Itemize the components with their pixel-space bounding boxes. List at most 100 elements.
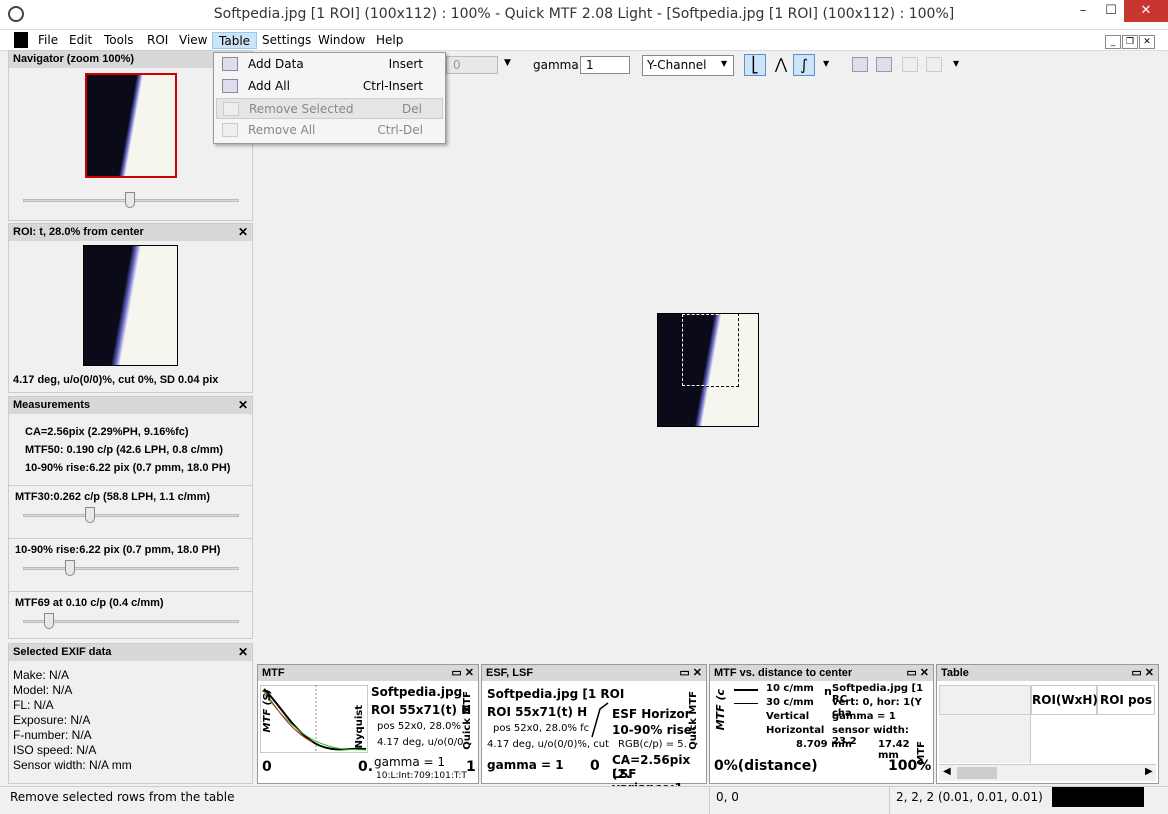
menu-item-add-data[interactable]: Add Data Insert — [216, 54, 443, 75]
mtf69-slider-thumb[interactable] — [44, 613, 54, 629]
roi-selection[interactable] — [681, 313, 739, 387]
esf-panel: ESF, LSF ▭ ✕ Softpedia.jpg [1 ROI ROI 55x… — [481, 664, 707, 795]
legend-vertical: Vertical — [766, 711, 810, 722]
zoom-slider-thumb[interactable] — [125, 192, 135, 208]
mdi-minimize-button[interactable]: _ — [1105, 35, 1121, 49]
roi-panel: ROI: t, 28.0% from center ✕ 4.17 deg, u/o… — [8, 223, 253, 393]
exif-model: Model: N/A — [13, 683, 73, 697]
gamma-input[interactable]: 1 — [580, 56, 630, 74]
menu-view[interactable]: View — [173, 32, 213, 49]
roi-preview — [83, 245, 178, 366]
dropdown-arrow-icon[interactable]: ▼ — [504, 58, 511, 68]
mode-dropdown-icon[interactable]: ▼ — [823, 59, 829, 68]
mdi-restore-button[interactable]: ❐ — [1122, 35, 1138, 49]
edge-mode-icon[interactable]: ⎣ — [744, 54, 766, 76]
table-menu-dropdown: Add Data Insert Add All Ctrl-Insert Remo… — [213, 52, 446, 144]
mtf30-slider-thumb[interactable] — [85, 507, 95, 523]
more-dropdown-icon[interactable]: ▼ — [953, 59, 959, 68]
roi-title: ROI: t, 28.0% from center — [13, 226, 144, 238]
table-panel-title: Table — [941, 667, 969, 679]
exif-panel: Selected EXIF data ✕ Make: N/A Model: N/A… — [8, 643, 253, 784]
distance-panel: MTF vs. distance to center ▭ ✕ MTF (c 10 … — [709, 664, 934, 784]
legend-10: 10 c/mm — [766, 683, 814, 694]
exif-fnumber: F-number: N/A — [13, 728, 92, 742]
status-bar: Remove selected rows from the table 0, 0… — [0, 786, 1168, 814]
mtf-panel-title: MTF — [262, 667, 285, 679]
esf-zero: 0 — [590, 758, 600, 774]
maximize-button[interactable]: ☐ — [1098, 0, 1124, 22]
table-col-roi-size[interactable]: ROI(WxH) — [1031, 685, 1098, 715]
distance-axis-label: 0%(distance) — [714, 758, 818, 774]
menu-roi[interactable]: ROI — [141, 32, 174, 49]
mtf-deg: 4.17 deg, u/o(0/0 — [377, 737, 464, 748]
rise-slider[interactable] — [23, 567, 239, 570]
close-button[interactable]: ✕ — [1124, 0, 1168, 22]
mtf-plot — [260, 685, 368, 753]
menu-item-remove-selected[interactable]: Remove Selected Del — [216, 98, 443, 119]
panel-controls[interactable]: ▭ ✕ — [906, 665, 929, 681]
close-icon[interactable]: ✕ — [238, 224, 248, 241]
esf-mode-icon[interactable]: ∫ — [793, 54, 815, 76]
close-icon[interactable]: ✕ — [238, 397, 248, 414]
table-col-roi-pos[interactable]: ROI pos — [1097, 685, 1155, 715]
mtf-right: 0. — [358, 759, 374, 775]
distance-n: n — [824, 685, 832, 698]
roi-info: 4.17 deg, u/o(0/0)%, cut 0%, SD 0.04 pix — [13, 374, 219, 386]
mtf-one: 1 — [466, 759, 476, 775]
minimize-button[interactable]: – — [1070, 0, 1096, 22]
menu-tools[interactable]: Tools — [98, 32, 140, 49]
scroll-thumb[interactable] — [957, 767, 997, 779]
menu-file[interactable]: File — [32, 32, 64, 49]
panel-controls[interactable]: ▭ ✕ — [679, 665, 702, 681]
remove-selected-icon[interactable] — [902, 57, 918, 72]
distance-gamma: gamma = 1 — [832, 711, 896, 722]
mtf-ylabel: MTF (S) — [262, 689, 273, 733]
menu-table[interactable]: Table — [212, 32, 258, 49]
panel-controls[interactable]: ▭ ✕ — [451, 665, 474, 681]
scroll-left-icon[interactable]: ◀ — [943, 766, 951, 777]
distance-pct: 100% — [888, 758, 932, 774]
rise-slider-thumb[interactable] — [65, 560, 75, 576]
add-data-icon[interactable] — [852, 57, 868, 72]
close-icon[interactable]: ✕ — [238, 644, 248, 661]
menu-help[interactable]: Help — [370, 32, 409, 49]
menu-edit[interactable]: Edit — [63, 32, 98, 49]
menu-item-remove-all[interactable]: Remove All Ctrl-Del — [216, 120, 443, 141]
distance-ylabel: MTF (c — [714, 689, 727, 731]
mtf-left: 0 — [262, 759, 272, 775]
number-input[interactable]: 0 — [446, 56, 498, 74]
mtf30-slider[interactable] — [23, 514, 239, 517]
exif-fl: FL: N/A — [13, 698, 54, 712]
measurements-title: Measurements — [13, 399, 91, 411]
menu-window[interactable]: Window — [312, 32, 371, 49]
add-all-icon[interactable] — [876, 57, 892, 72]
esf-panel-title: ESF, LSF — [486, 667, 534, 679]
menu-settings[interactable]: Settings — [256, 32, 317, 49]
scroll-right-icon[interactable]: ▶ — [1145, 766, 1153, 777]
workspace — [256, 80, 1168, 663]
panel-controls[interactable]: ▭ ✕ — [1131, 665, 1154, 681]
mtf-roi: ROI 55x71(t) H — [371, 703, 472, 717]
remove-all-icon — [222, 123, 238, 137]
mtf-side: Quick MTF — [462, 691, 473, 750]
exif-iso: ISO speed: N/A — [13, 743, 97, 757]
esf-plot — [591, 702, 609, 738]
esf-pos: pos 52x0, 28.0% fc — [493, 723, 590, 734]
esf-heading: ESF Horizor — [612, 707, 691, 721]
remove-all-icon[interactable] — [926, 57, 942, 72]
esf-rise: 10-90% rise: — [612, 723, 697, 737]
menu-item-add-all[interactable]: Add All Ctrl-Insert — [216, 76, 443, 97]
mdi-controls: _ ❐ ✕ — [1104, 33, 1155, 49]
lsf-mode-icon[interactable]: ⋀ — [770, 54, 792, 76]
document-icon[interactable] — [14, 32, 28, 48]
distance-panel-title: MTF vs. distance to center — [714, 667, 853, 679]
mtf69-slider[interactable] — [23, 620, 239, 623]
menu-bar: File Edit Tools ROI View Table Settings … — [0, 30, 1168, 51]
legend-30: 30 c/mm — [766, 697, 814, 708]
add-data-icon — [222, 57, 238, 71]
mdi-close-button[interactable]: ✕ — [1139, 35, 1155, 49]
navigator-thumbnail[interactable] — [85, 73, 177, 178]
select-arrow-icon: ▼ — [721, 59, 728, 68]
measurement-mtf50: MTF50: 0.190 c/p (42.6 LPH, 0.8 c/mm) — [25, 444, 224, 456]
esf-side: Quick MTF — [688, 691, 699, 750]
